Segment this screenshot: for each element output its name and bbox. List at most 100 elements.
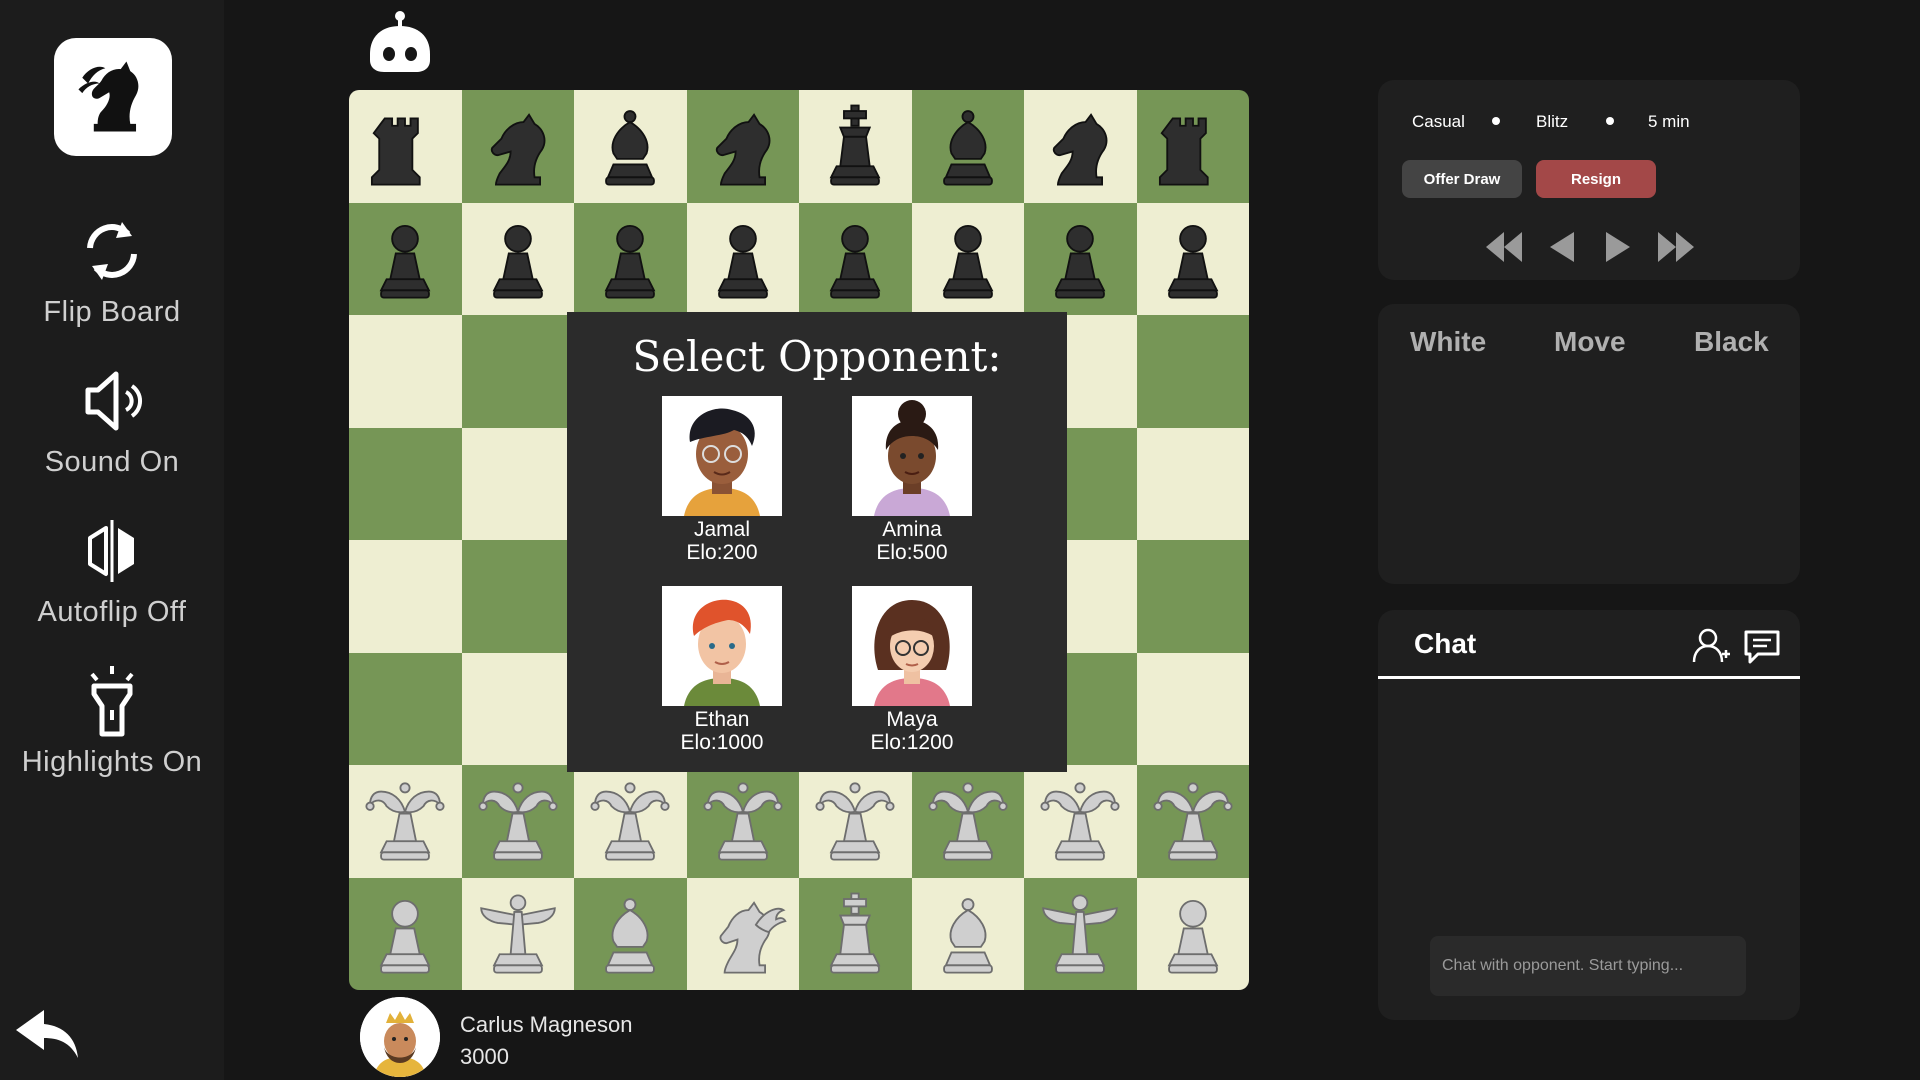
previous-move-icon[interactable] — [1540, 228, 1584, 266]
black-bishop-icon[interactable] — [922, 96, 1014, 196]
board-square[interactable] — [799, 765, 912, 878]
chat-input[interactable] — [1430, 936, 1746, 996]
opponent-card-ethan[interactable]: Ethan Elo:1000 — [652, 586, 792, 754]
board-square[interactable] — [349, 652, 462, 765]
board-square[interactable] — [1136, 877, 1249, 990]
board-square[interactable] — [461, 540, 574, 653]
white-jester-icon[interactable] — [1034, 771, 1126, 871]
board-square[interactable] — [1136, 90, 1249, 203]
board-square[interactable] — [349, 90, 462, 203]
board-square[interactable] — [461, 90, 574, 203]
black-pawn-icon[interactable] — [359, 209, 451, 309]
black-knight-icon[interactable] — [1034, 96, 1126, 196]
autoflip-label: Autoflip Off — [37, 596, 187, 628]
opponent-card-amina[interactable]: Amina Elo:500 — [842, 396, 982, 564]
board-square[interactable] — [1136, 427, 1249, 540]
board-square[interactable] — [349, 877, 462, 990]
black-pawn-icon[interactable] — [922, 209, 1014, 309]
white-fairy-icon[interactable] — [1034, 884, 1126, 984]
white-bishop-icon[interactable] — [922, 884, 1014, 984]
board-square[interactable] — [461, 765, 574, 878]
white-pegasus-icon[interactable] — [697, 884, 789, 984]
board-square[interactable] — [911, 90, 1024, 203]
chat-panel: Chat — [1378, 610, 1800, 1020]
board-square[interactable] — [574, 90, 687, 203]
board-square[interactable] — [1136, 765, 1249, 878]
game-speed: Blitz — [1536, 112, 1569, 131]
black-pawn-icon[interactable] — [809, 209, 901, 309]
white-jester-icon[interactable] — [584, 771, 676, 871]
board-square[interactable] — [349, 315, 462, 428]
board-square[interactable] — [686, 90, 799, 203]
autoflip-toggle-button[interactable]: Autoflip Off — [0, 514, 224, 629]
resign-button[interactable]: Resign — [1536, 160, 1656, 198]
black-pawn-icon[interactable] — [1147, 209, 1239, 309]
chess-knight-logo-icon[interactable] — [54, 38, 172, 156]
next-move-icon[interactable] — [1596, 228, 1640, 266]
add-user-icon[interactable] — [1692, 626, 1732, 666]
black-knight-icon[interactable] — [472, 96, 564, 196]
black-pawn-icon[interactable] — [1034, 209, 1126, 309]
black-bishop-icon[interactable] — [584, 96, 676, 196]
black-pawn-icon[interactable] — [472, 209, 564, 309]
white-jester-icon[interactable] — [1147, 771, 1239, 871]
white-jester-icon[interactable] — [922, 771, 1014, 871]
white-pawn-icon[interactable] — [359, 884, 451, 984]
board-square[interactable] — [799, 90, 912, 203]
white-jester-icon[interactable] — [809, 771, 901, 871]
board-square[interactable] — [799, 202, 912, 315]
board-square[interactable] — [1024, 202, 1137, 315]
board-square[interactable] — [799, 877, 912, 990]
board-square[interactable] — [911, 202, 1024, 315]
first-move-icon[interactable] — [1482, 228, 1526, 266]
black-pawn-icon[interactable] — [697, 209, 789, 309]
black-pawn-icon[interactable] — [584, 209, 676, 309]
black-rook-icon[interactable] — [1147, 96, 1239, 196]
board-square[interactable] — [686, 202, 799, 315]
sound-label: Sound On — [44, 446, 180, 478]
board-square[interactable] — [574, 877, 687, 990]
board-square[interactable] — [574, 765, 687, 878]
white-bishop-icon[interactable] — [584, 884, 676, 984]
board-square[interactable] — [349, 765, 462, 878]
board-square[interactable] — [461, 877, 574, 990]
board-square[interactable] — [911, 765, 1024, 878]
board-square[interactable] — [349, 427, 462, 540]
player-rating: 3000 — [460, 1044, 509, 1069]
highlights-toggle-button[interactable]: Highlights On — [0, 664, 224, 779]
flip-board-button[interactable]: Flip Board — [0, 214, 224, 329]
white-pawn-icon[interactable] — [1147, 884, 1239, 984]
white-jester-icon[interactable] — [359, 771, 451, 871]
board-square[interactable] — [1024, 877, 1137, 990]
board-square[interactable] — [1136, 652, 1249, 765]
offer-draw-button[interactable]: Offer Draw — [1402, 160, 1522, 198]
opponent-card-jamal[interactable]: Jamal Elo:200 — [652, 396, 792, 564]
board-square[interactable] — [686, 765, 799, 878]
board-square[interactable] — [461, 427, 574, 540]
back-arrow-icon[interactable] — [14, 1008, 82, 1062]
opponent-card-maya[interactable]: Maya Elo:1200 — [842, 586, 982, 754]
black-king-icon[interactable] — [809, 96, 901, 196]
board-square[interactable] — [1024, 765, 1137, 878]
black-rook-icon[interactable] — [359, 96, 451, 196]
board-square[interactable] — [349, 202, 462, 315]
board-square[interactable] — [461, 652, 574, 765]
board-square[interactable] — [461, 315, 574, 428]
white-jester-icon[interactable] — [697, 771, 789, 871]
board-square[interactable] — [349, 540, 462, 653]
board-square[interactable] — [686, 877, 799, 990]
board-square[interactable] — [574, 202, 687, 315]
board-square[interactable] — [1136, 315, 1249, 428]
black-knight-icon[interactable] — [697, 96, 789, 196]
board-square[interactable] — [1024, 90, 1137, 203]
white-jester-icon[interactable] — [472, 771, 564, 871]
board-square[interactable] — [1136, 202, 1249, 315]
sound-toggle-button[interactable]: Sound On — [0, 364, 224, 479]
board-square[interactable] — [461, 202, 574, 315]
board-square[interactable] — [1136, 540, 1249, 653]
board-square[interactable] — [911, 877, 1024, 990]
white-fairy-icon[interactable] — [472, 884, 564, 984]
chat-bubble-icon[interactable] — [1742, 626, 1782, 666]
white-king-icon[interactable] — [809, 884, 901, 984]
last-move-icon[interactable] — [1654, 228, 1698, 266]
